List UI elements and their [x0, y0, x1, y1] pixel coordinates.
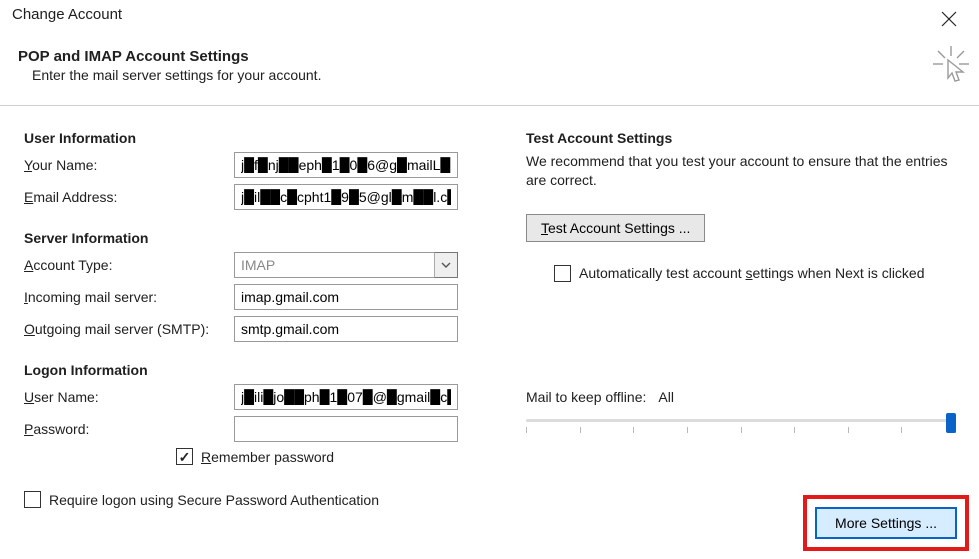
- cursor-decoration-icon: [931, 44, 971, 87]
- section-server-info: Server Information: [24, 230, 484, 246]
- mail-keep-slider[interactable]: [526, 413, 956, 437]
- your-name-label: Your Name:: [24, 157, 234, 173]
- close-icon: [941, 11, 957, 32]
- remember-password-checkbox[interactable]: [176, 448, 193, 465]
- username-label: User Name:: [24, 389, 234, 405]
- account-type-label: Account Type:: [24, 257, 234, 273]
- auto-test-label: Automatically test account settings when…: [579, 264, 925, 283]
- page-subtitle: Enter the mail server settings for your …: [18, 67, 321, 83]
- slider-thumb[interactable]: [946, 413, 956, 433]
- email-input[interactable]: [234, 184, 458, 210]
- incoming-server-label: Incoming mail server:: [24, 289, 234, 305]
- email-label: Email Address:: [24, 189, 234, 205]
- auto-test-checkbox[interactable]: [554, 265, 571, 282]
- test-account-button[interactable]: Test Account Settings ...: [526, 214, 705, 242]
- account-type-select: [234, 252, 458, 278]
- more-settings-button[interactable]: More Settings ...: [815, 507, 957, 539]
- section-user-info: User Information: [24, 130, 484, 146]
- test-settings-title: Test Account Settings: [526, 130, 961, 146]
- outgoing-server-input[interactable]: [234, 316, 458, 342]
- section-logon-info: Logon Information: [24, 362, 484, 378]
- mail-keep-label: Mail to keep offline:: [526, 389, 646, 405]
- spa-label: Require logon using Secure Password Auth…: [49, 492, 379, 508]
- mail-keep-value: All: [658, 389, 674, 405]
- username-input[interactable]: [234, 384, 458, 410]
- password-label: Password:: [24, 421, 234, 437]
- window-title: Change Account: [12, 6, 122, 23]
- close-button[interactable]: [929, 6, 969, 36]
- slider-ticks: [526, 427, 956, 433]
- your-name-input[interactable]: [234, 152, 458, 178]
- remember-password-label: Remember password: [201, 449, 334, 465]
- spa-checkbox[interactable]: [24, 491, 41, 508]
- password-input[interactable]: [234, 416, 458, 442]
- more-settings-highlight: More Settings ...: [803, 495, 969, 551]
- slider-track: [526, 419, 956, 422]
- outgoing-server-label: Outgoing mail server (SMTP):: [24, 321, 234, 337]
- test-settings-desc: We recommend that you test your account …: [526, 152, 961, 190]
- page-title: POP and IMAP Account Settings: [18, 48, 321, 65]
- incoming-server-input[interactable]: [234, 284, 458, 310]
